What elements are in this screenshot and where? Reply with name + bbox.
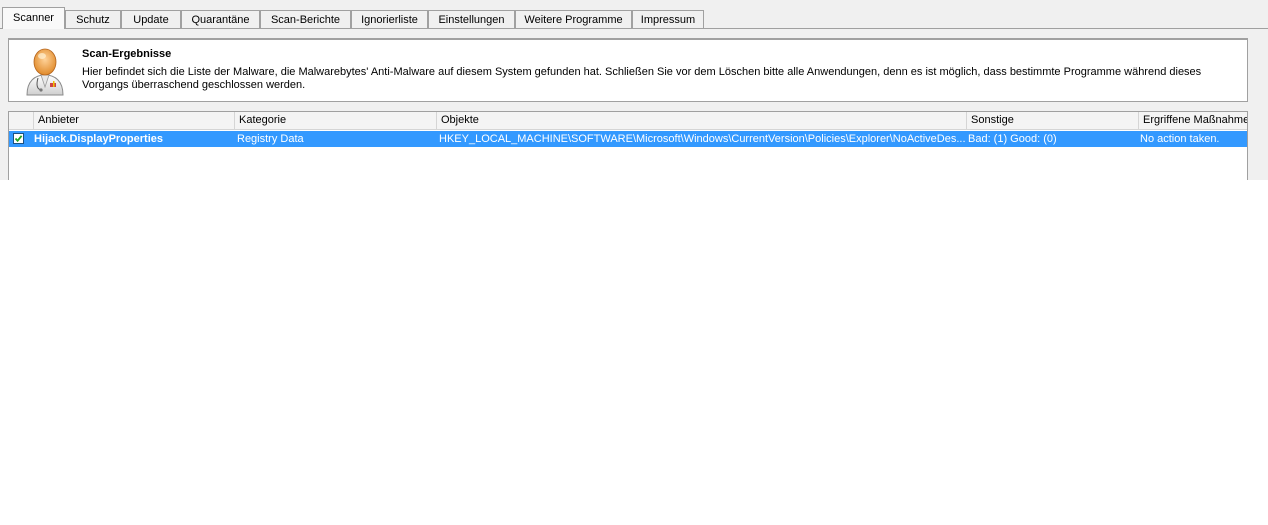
tab-ignorierliste[interactable]: Ignorierliste bbox=[351, 10, 428, 28]
column-header-checkbox[interactable] bbox=[9, 112, 34, 129]
doctor-icon bbox=[23, 45, 67, 97]
cell-vendor: Hijack.DisplayProperties bbox=[34, 133, 164, 145]
cell-category: Registry Data bbox=[237, 133, 304, 145]
cell-object: HKEY_LOCAL_MACHINE\SOFTWARE\Microsoft\Wi… bbox=[439, 133, 965, 145]
column-header-objekte[interactable]: Objekte bbox=[437, 112, 967, 129]
tab-impressum[interactable]: Impressum bbox=[632, 10, 704, 28]
column-header-kategorie[interactable]: Kategorie bbox=[235, 112, 437, 129]
tab-update[interactable]: Update bbox=[121, 10, 181, 28]
tab-einstellungen[interactable]: Einstellungen bbox=[428, 10, 515, 28]
tab-bar: Scanner Schutz Update Quarantäne Scan-Be… bbox=[0, 0, 1268, 29]
tab-scan-berichte[interactable]: Scan-Berichte bbox=[260, 10, 351, 28]
tab-quarantaene[interactable]: Quarantäne bbox=[181, 10, 260, 28]
tab-bar-divider bbox=[0, 28, 1268, 29]
tab-scanner[interactable]: Scanner bbox=[2, 7, 65, 29]
cell-action: No action taken. bbox=[1140, 133, 1220, 145]
column-header-sonstige[interactable]: Sonstige bbox=[967, 112, 1139, 129]
app-window: Scanner Schutz Update Quarantäne Scan-Be… bbox=[0, 0, 1268, 180]
table-row[interactable]: Hijack.DisplayProperties Registry Data H… bbox=[9, 131, 1247, 147]
column-header-massnahme[interactable]: Ergriffene Maßnahme: bbox=[1139, 112, 1247, 129]
tab-weitere-programme[interactable]: Weitere Programme bbox=[515, 10, 632, 28]
table-header: Anbieter Kategorie Objekte Sonstige Ergr… bbox=[9, 112, 1247, 130]
results-table[interactable]: Anbieter Kategorie Objekte Sonstige Ergr… bbox=[8, 111, 1248, 180]
row-checkbox[interactable] bbox=[13, 133, 24, 144]
panel-description: Hier befindet sich die Liste der Malware… bbox=[82, 66, 1202, 91]
tab-schutz[interactable]: Schutz bbox=[65, 10, 121, 28]
cell-other: Bad: (1) Good: (0) bbox=[968, 133, 1057, 145]
checkmark-icon bbox=[14, 135, 23, 143]
column-header-anbieter[interactable]: Anbieter bbox=[34, 112, 235, 129]
panel-title: Scan-Ergebnisse bbox=[82, 48, 172, 60]
scan-results-panel: Scan-Ergebnisse Hier befindet sich die L… bbox=[8, 38, 1248, 102]
